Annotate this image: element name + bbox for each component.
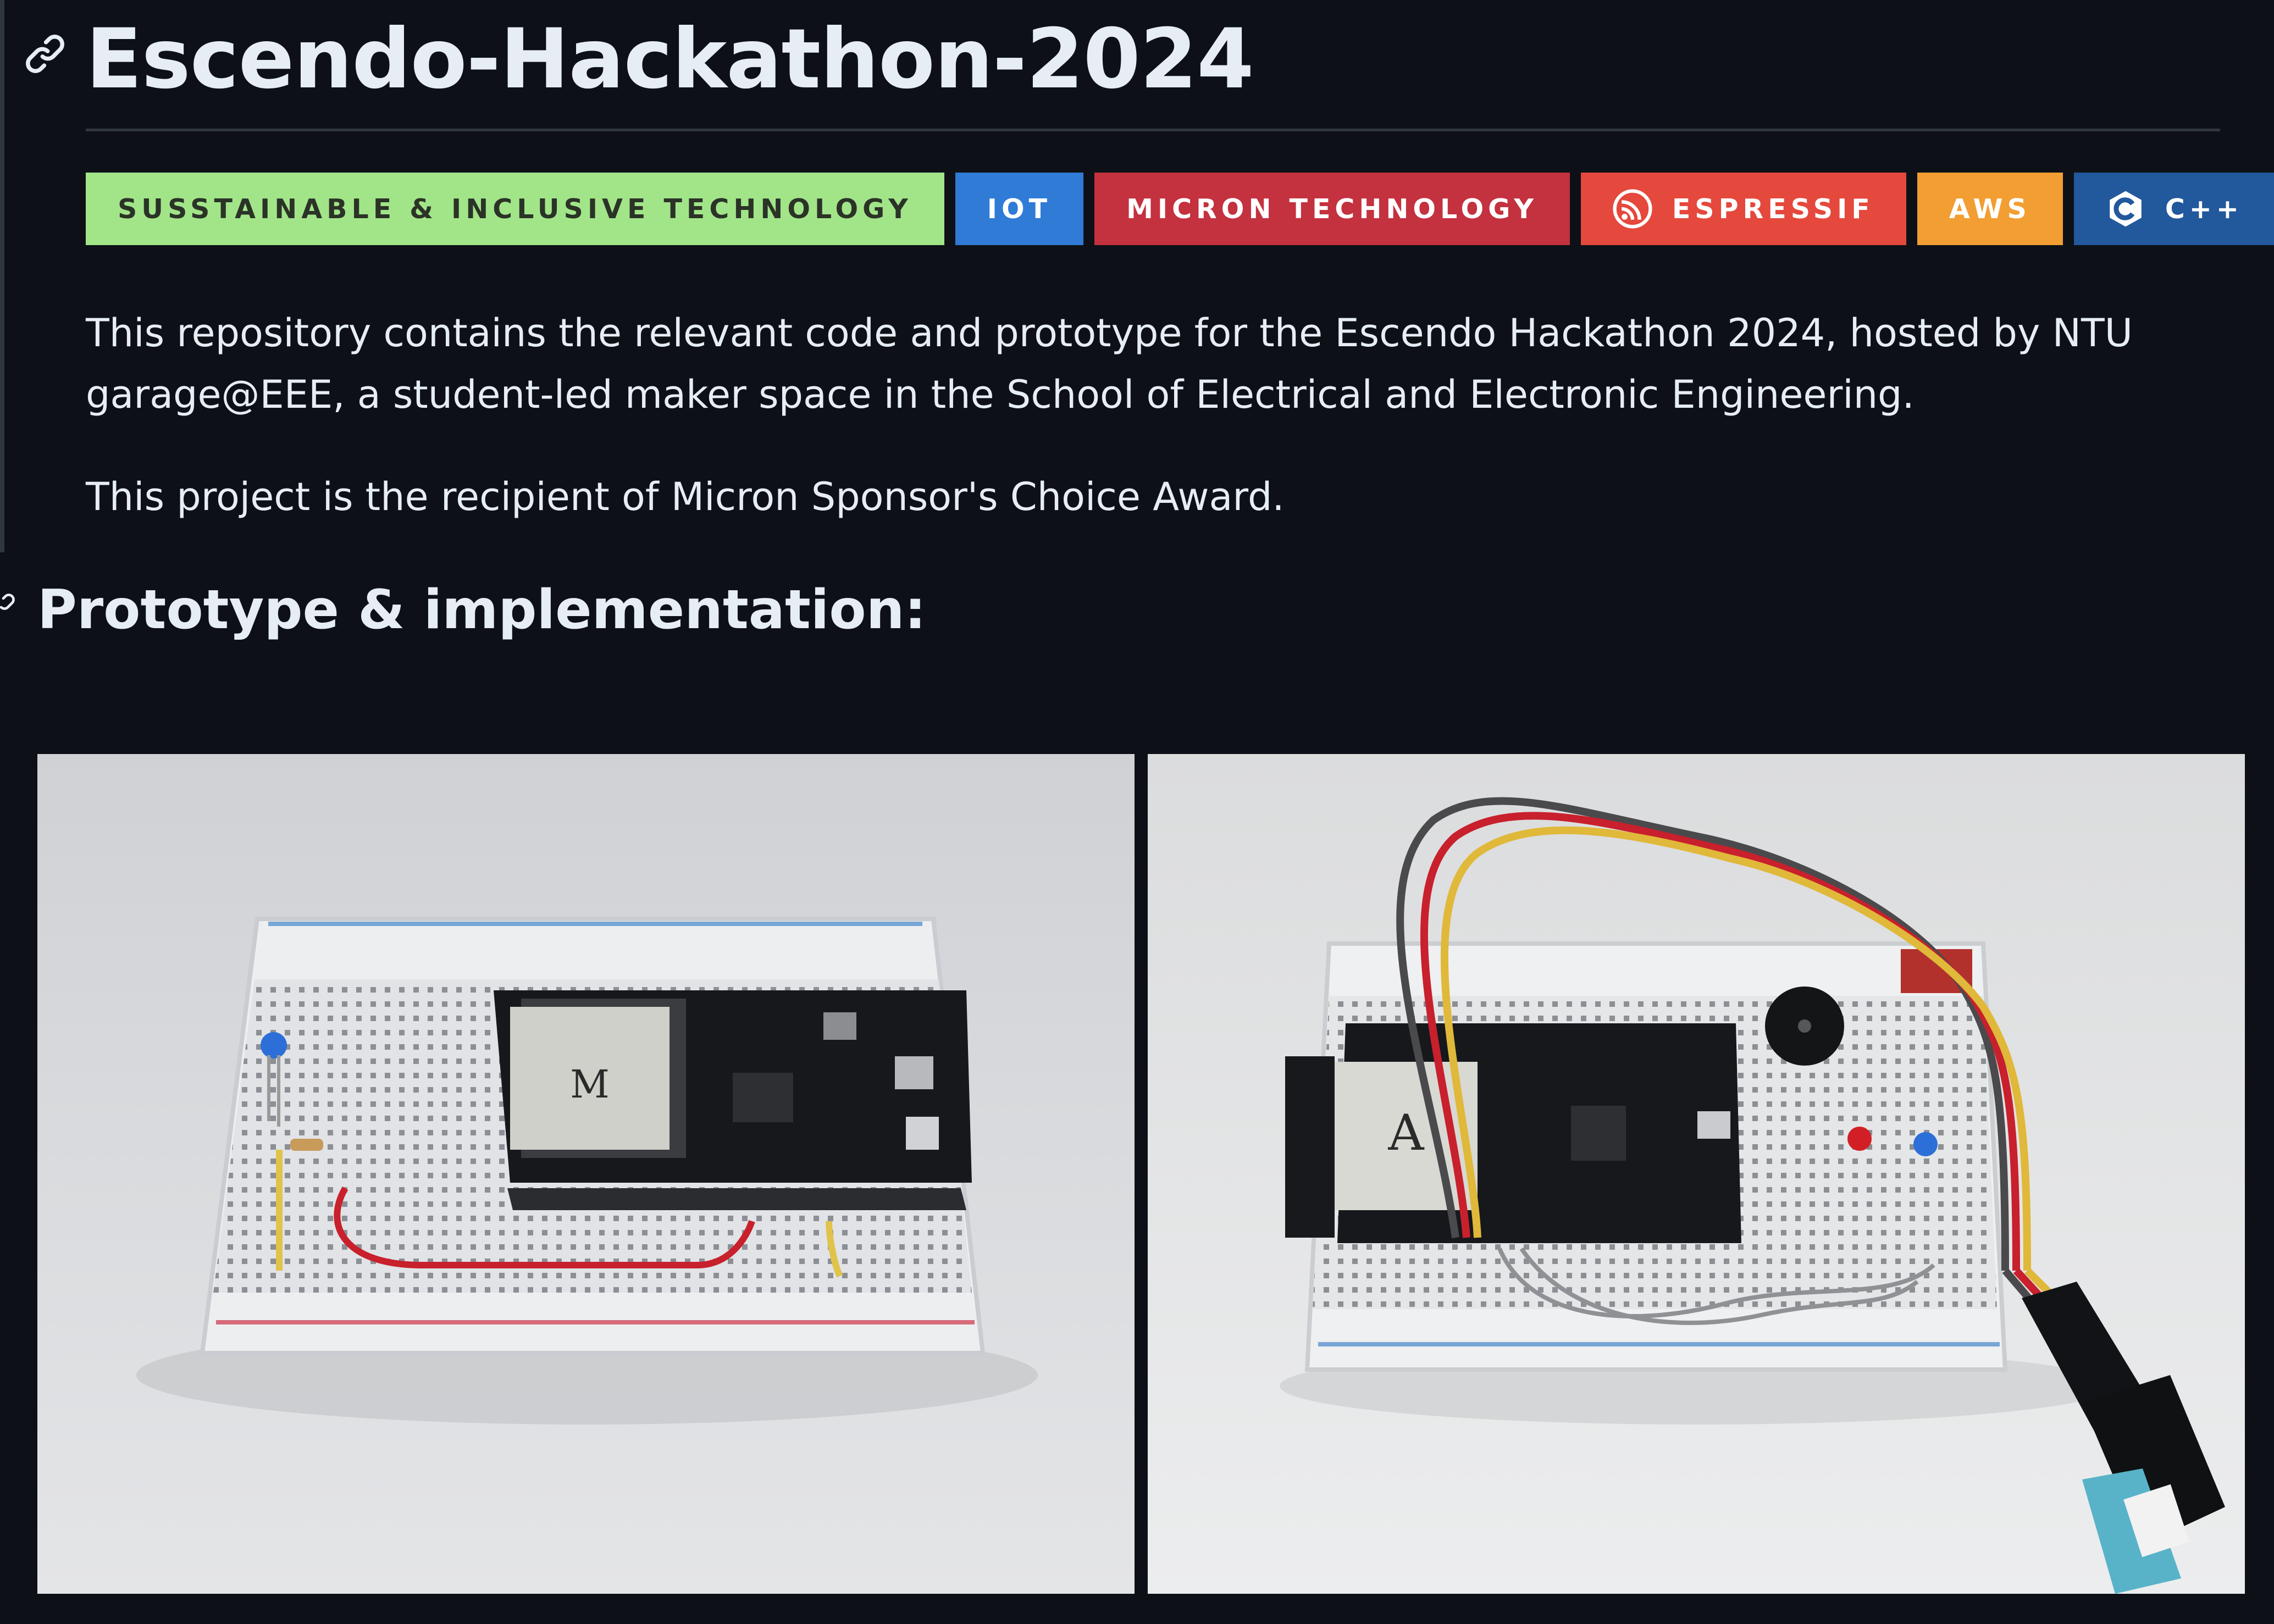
espressif-logo-icon [1613,189,1652,229]
breadboard-image: M [37,754,1135,1594]
badge-label: C++ [2165,193,2243,225]
badge-row: SUSSTAINABLE & INCLUSIVE TECHNOLOGY IOT … [86,173,2274,245]
link-icon[interactable] [0,589,16,622]
intro-line-1: This repository contains the relevant co… [86,311,2133,356]
blockquote-rule [0,0,4,552]
badge-cpp[interactable]: C++ [2073,173,2274,245]
prototype-photo-2[interactable]: A [1148,754,2245,1594]
badge-label: ESPRESSIF [1672,193,1874,225]
badge-label: AWS [1949,193,2031,225]
badge-aws[interactable]: AWS [1917,173,2063,245]
badge-label: SUSSTAINABLE & INCLUSIVE TECHNOLOGY [118,193,912,225]
title-divider [86,129,2220,131]
intro-line-2: garage@EEE, a student-led maker space in… [86,372,1915,417]
badge-espressif[interactable]: ESPRESSIF [1580,173,1906,245]
prototype-photo-1[interactable]: M [37,754,1135,1594]
badge-label: MICRON TECHNOLOGY [1126,193,1538,225]
badge-sustainable[interactable]: SUSSTAINABLE & INCLUSIVE TECHNOLOGY [86,173,944,245]
breadboard-image: A [1148,754,2245,1594]
module-label: M [570,1062,610,1107]
badge-micron[interactable]: MICRON TECHNOLOGY [1094,173,1570,245]
badge-label: IOT [987,193,1052,225]
link-icon[interactable] [23,32,67,76]
section-heading: Prototype & implementation: [37,579,926,641]
badge-iot[interactable]: IOT [955,173,1084,245]
module-label: A [1388,1104,1425,1162]
cpp-logo-icon [2110,191,2142,227]
page-title: Escendo-Hackathon-2024 [86,12,1254,107]
award-text: This project is the recipient of Micron … [86,474,1285,519]
